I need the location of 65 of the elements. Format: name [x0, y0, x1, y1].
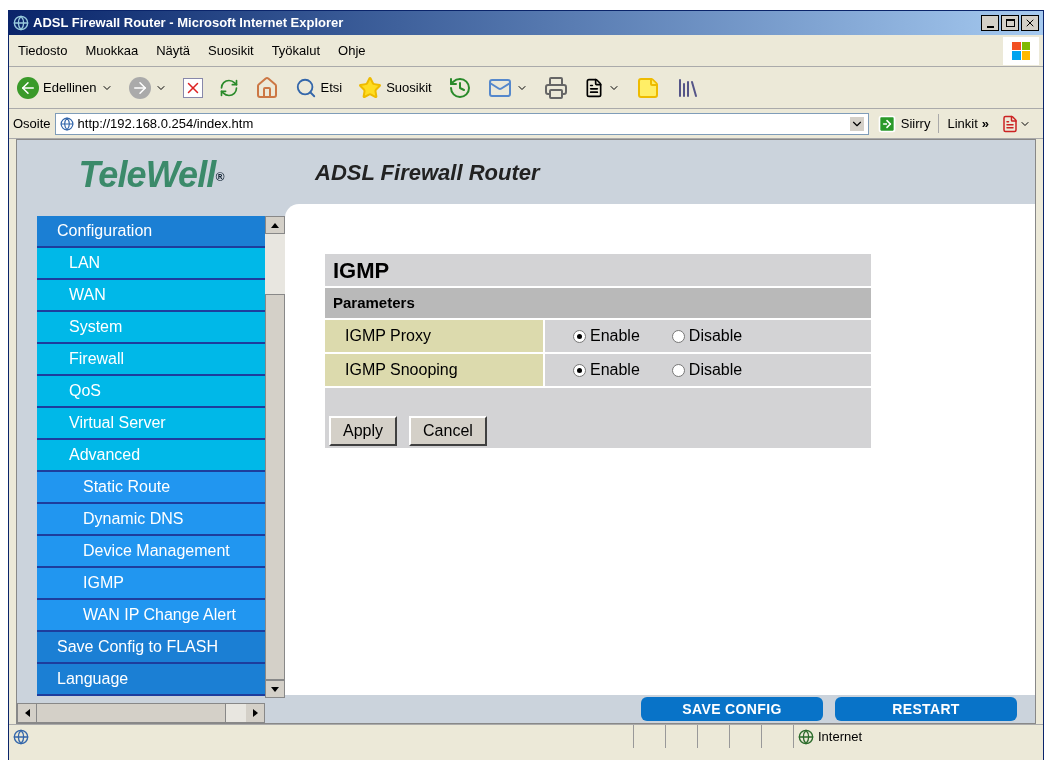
home-icon [254, 75, 279, 100]
dropdown-icon [849, 116, 864, 131]
chevron[interactable]: » [981, 113, 989, 134]
scrollbar[interactable] [265, 216, 285, 698]
radio-option[interactable]: Enable [573, 358, 640, 382]
section-header: Parameters [325, 288, 871, 320]
arrow-icon [271, 222, 279, 228]
menu-item[interactable]: Työkalut [262, 40, 330, 61]
sidebar-item[interactable]: Language [37, 664, 265, 696]
close-icon [1024, 17, 1036, 29]
minimize-icon [986, 26, 994, 28]
radio-button[interactable] [671, 363, 685, 377]
search-button[interactable]: Etsi [290, 76, 347, 99]
forward-icon [128, 76, 151, 99]
search-icon [294, 76, 317, 99]
arrow-icon [271, 686, 279, 692]
address-field[interactable]: http://192.168.0.254/index.htm [54, 112, 869, 135]
radio-option[interactable]: Disable [671, 358, 743, 382]
printer-icon [543, 75, 568, 100]
radio-option[interactable]: Disable [671, 324, 743, 348]
history-icon [447, 75, 472, 100]
star-icon [358, 75, 383, 100]
back-icon [17, 76, 39, 99]
document-icon [1001, 114, 1019, 133]
arrow-icon [252, 709, 258, 717]
radio-option[interactable]: Enable [573, 324, 640, 348]
menu-item[interactable]: Suosikit [199, 40, 263, 61]
maximize-button[interactable] [1001, 15, 1019, 31]
arrow-icon [24, 709, 30, 717]
radio-button[interactable] [573, 363, 586, 377]
windows-logo-icon [1003, 36, 1039, 65]
stop-icon [182, 77, 203, 98]
page-header: ADSL Firewall Router [315, 158, 540, 187]
globe-icon [13, 15, 29, 31]
horizontal-scrollbar[interactable] [17, 703, 265, 723]
refresh-icon [218, 77, 239, 98]
footer-button[interactable]: SAVE CONFIG [641, 697, 823, 721]
maximize-icon [1005, 19, 1015, 27]
menu-item[interactable]: Tiedosto [9, 40, 77, 61]
footer-button[interactable]: RESTART [835, 697, 1017, 721]
note-icon [635, 75, 660, 100]
globe-icon [798, 728, 814, 745]
page-icon [13, 728, 29, 745]
links-button[interactable]: Linkit [938, 113, 978, 134]
favorites-button[interactable]: Suosikit [354, 75, 436, 100]
sidebar-item[interactable]: Configuration [37, 216, 265, 248]
menu-item[interactable]: Ohje [329, 40, 375, 61]
form-button[interactable]: Apply [329, 416, 398, 446]
telewell-logo: TeleWell$^{®}$ [78, 153, 224, 197]
go-button[interactable]: Siirry [872, 113, 935, 134]
parameter-label: IGMP Proxy [325, 320, 545, 352]
parameter-label: IGMP Snooping [325, 354, 545, 386]
minimize-button[interactable] [981, 15, 999, 31]
radio-button[interactable] [573, 329, 586, 343]
window-title: ADSL Firewall Router - Microsoft Internet Explorer [33, 14, 344, 33]
page-icon [59, 116, 74, 131]
address-label: Osoite [13, 114, 51, 133]
back-button[interactable]: Edellinen [13, 76, 117, 99]
form-button[interactable]: Cancel [409, 416, 487, 446]
sidebar-item[interactable]: Save Config to FLASH [37, 632, 265, 664]
close-button[interactable] [1021, 15, 1039, 31]
menu-item[interactable]: Näytä [147, 40, 200, 61]
menu-item[interactable]: Muokkaa [76, 40, 148, 61]
zone-label: Internet [818, 727, 863, 746]
radio-button[interactable] [671, 329, 685, 343]
